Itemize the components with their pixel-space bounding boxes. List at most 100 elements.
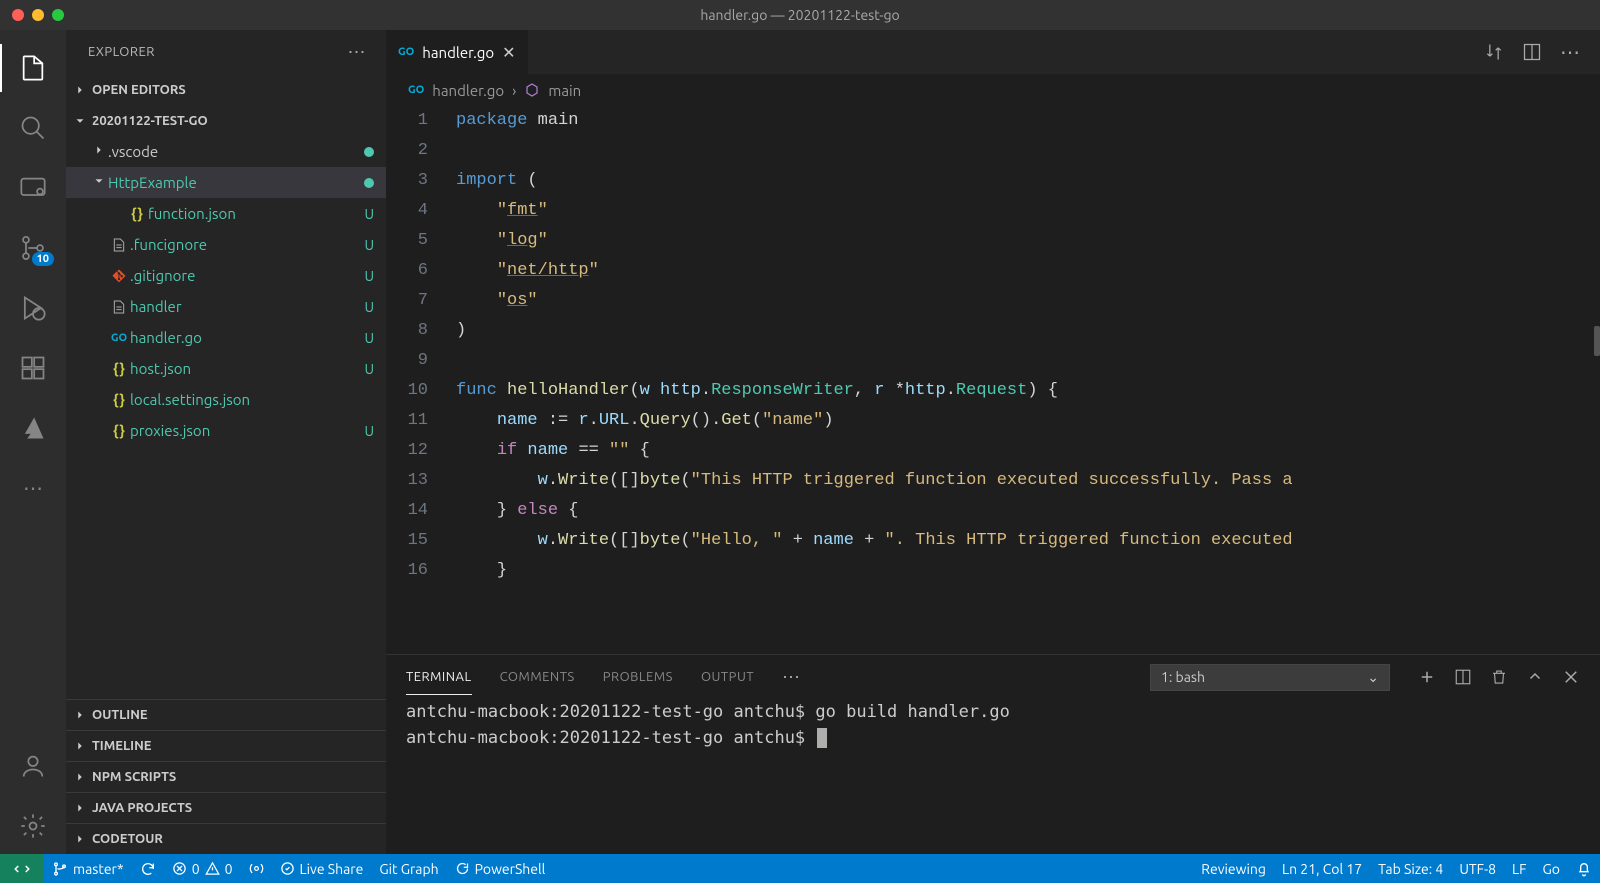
panel-more-icon[interactable]: ⋯ — [782, 667, 800, 688]
collapsed-section[interactable]: JAVA PROJECTS — [66, 792, 386, 823]
feedback-status[interactable] — [1568, 854, 1600, 883]
json-icon: {} — [108, 360, 130, 377]
tabsize-status[interactable]: Tab Size: 4 — [1370, 854, 1451, 883]
remote-indicator[interactable] — [0, 854, 44, 883]
eol-status[interactable]: LF — [1504, 854, 1535, 883]
json-icon: {} — [126, 205, 148, 222]
cursor-position-status[interactable]: Ln 21, Col 17 — [1274, 854, 1370, 883]
open-editors-section[interactable]: OPEN EDITORS — [66, 74, 386, 105]
zoom-window[interactable] — [52, 9, 64, 21]
sidebar-more-icon[interactable]: ⋯ — [348, 42, 367, 63]
language-status[interactable]: Go — [1535, 854, 1568, 883]
tree-item[interactable]: HttpExample — [66, 167, 386, 198]
reviewing-status[interactable]: Reviewing — [1193, 854, 1274, 883]
code-line[interactable]: ) — [456, 316, 1600, 346]
liveshare-icon — [280, 861, 295, 876]
minimap[interactable] — [1590, 106, 1600, 654]
explorer-activity[interactable] — [0, 40, 66, 96]
code-line[interactable]: "net/http" — [456, 256, 1600, 286]
code-line[interactable]: "log" — [456, 226, 1600, 256]
compare-changes-icon[interactable] — [1484, 42, 1504, 62]
code-line[interactable] — [456, 346, 1600, 376]
close-panel-icon[interactable] — [1562, 668, 1580, 686]
panel-tab-problems[interactable]: PROBLEMS — [603, 660, 673, 695]
close-tab-icon[interactable]: ✕ — [502, 43, 515, 62]
tree-label: function.json — [148, 205, 356, 222]
tree-item[interactable]: .gitignoreU — [66, 260, 386, 291]
code-content[interactable]: package main import ( "fmt" "log" "net/ht… — [456, 106, 1600, 654]
trash-icon[interactable] — [1490, 668, 1508, 686]
search-activity[interactable] — [0, 100, 66, 156]
tree-item[interactable]: .vscode — [66, 136, 386, 167]
tree-item[interactable]: {}function.jsonU — [66, 198, 386, 229]
go-icon: GO — [408, 84, 424, 96]
warning-icon — [205, 861, 220, 876]
code-line[interactable]: import ( — [456, 166, 1600, 196]
close-window[interactable] — [12, 9, 24, 21]
new-terminal-icon[interactable] — [1418, 668, 1436, 686]
debug-activity[interactable] — [0, 280, 66, 336]
line-number: 3 — [386, 166, 428, 196]
tree-item[interactable]: {}host.jsonU — [66, 353, 386, 384]
editor-tab[interactable]: GO handler.go ✕ — [386, 30, 529, 74]
breadcrumb-symbol: main — [548, 82, 581, 99]
code-line[interactable]: name := r.URL.Query().Get("name") — [456, 406, 1600, 436]
line-number: 11 — [386, 406, 428, 436]
tree-item[interactable]: .funcignoreU — [66, 229, 386, 260]
chevron-right-icon — [72, 738, 88, 754]
code-line[interactable]: "fmt" — [456, 196, 1600, 226]
code-line[interactable]: w.Write([]byte("This HTTP triggered func… — [456, 466, 1600, 496]
extensions-activity[interactable] — [0, 340, 66, 396]
tree-label: HttpExample — [108, 174, 364, 191]
maximize-panel-icon[interactable] — [1526, 668, 1544, 686]
collapsed-section[interactable]: OUTLINE — [66, 699, 386, 730]
tree-label: handler.go — [130, 329, 356, 346]
code-editor[interactable]: 12345678910111213141516 package mainimpo… — [386, 106, 1600, 654]
settings-activity[interactable] — [0, 798, 66, 854]
minimize-window[interactable] — [32, 9, 44, 21]
liveshare-status[interactable]: Live Share — [272, 854, 372, 883]
code-line[interactable]: if name == "" { — [456, 436, 1600, 466]
port-status[interactable] — [241, 854, 272, 883]
code-line[interactable]: package main — [456, 106, 1600, 136]
scm-activity[interactable]: 10 — [0, 220, 66, 276]
tree-item[interactable]: handlerU — [66, 291, 386, 322]
split-terminal-icon[interactable] — [1454, 668, 1472, 686]
tab-bar: GO handler.go ✕ ⋯ — [386, 30, 1600, 74]
remote-activity[interactable] — [0, 160, 66, 216]
powershell-status[interactable]: PowerShell — [447, 854, 554, 883]
editor-area: GO handler.go ✕ ⋯ GO handler.go › main 1… — [386, 30, 1600, 854]
collapsed-section[interactable]: NPM SCRIPTS — [66, 761, 386, 792]
more-actions-icon[interactable]: ⋯ — [1560, 40, 1580, 64]
accounts-activity[interactable] — [0, 738, 66, 794]
terminal-selector[interactable]: 1: bash ⌄ — [1150, 664, 1390, 691]
gitgraph-status[interactable]: Git Graph — [371, 854, 446, 883]
problems-status[interactable]: 0 0 — [164, 854, 241, 883]
panel-tab-comments[interactable]: COMMENTS — [500, 660, 575, 695]
azure-icon — [19, 414, 47, 442]
code-line[interactable]: "os" — [456, 286, 1600, 316]
code-line[interactable] — [456, 136, 1600, 166]
tree-item[interactable]: {}local.settings.json — [66, 384, 386, 415]
tree-item[interactable]: GOhandler.goU — [66, 322, 386, 353]
ellipsis-icon: ⋯ — [23, 476, 43, 500]
collapsed-section[interactable]: CODETOUR — [66, 823, 386, 854]
code-line[interactable]: } — [456, 556, 1600, 586]
azure-activity[interactable] — [0, 400, 66, 456]
encoding-status[interactable]: UTF-8 — [1451, 854, 1504, 883]
git-branch-status[interactable]: master* — [44, 854, 132, 883]
terminal-body[interactable]: antchu-macbook:20201122-test-go antchu$ … — [386, 699, 1600, 854]
tree-item[interactable]: {}proxies.jsonU — [66, 415, 386, 446]
code-line[interactable]: func helloHandler(w http.ResponseWriter,… — [456, 376, 1600, 406]
panel-tab-output[interactable]: OUTPUT — [701, 660, 754, 695]
split-editor-icon[interactable] — [1522, 42, 1542, 62]
panel-tab-terminal[interactable]: TERMINAL — [406, 660, 472, 695]
breadcrumb[interactable]: GO handler.go › main — [386, 74, 1600, 106]
chevron-right-icon — [72, 769, 88, 785]
more-activity[interactable]: ⋯ — [0, 460, 66, 516]
project-section[interactable]: 20201122-TEST-GO — [66, 105, 386, 136]
collapsed-section[interactable]: TIMELINE — [66, 730, 386, 761]
code-line[interactable]: w.Write([]byte("Hello, " + name + ". Thi… — [456, 526, 1600, 556]
sync-status[interactable] — [132, 854, 164, 883]
code-line[interactable]: } else { — [456, 496, 1600, 526]
